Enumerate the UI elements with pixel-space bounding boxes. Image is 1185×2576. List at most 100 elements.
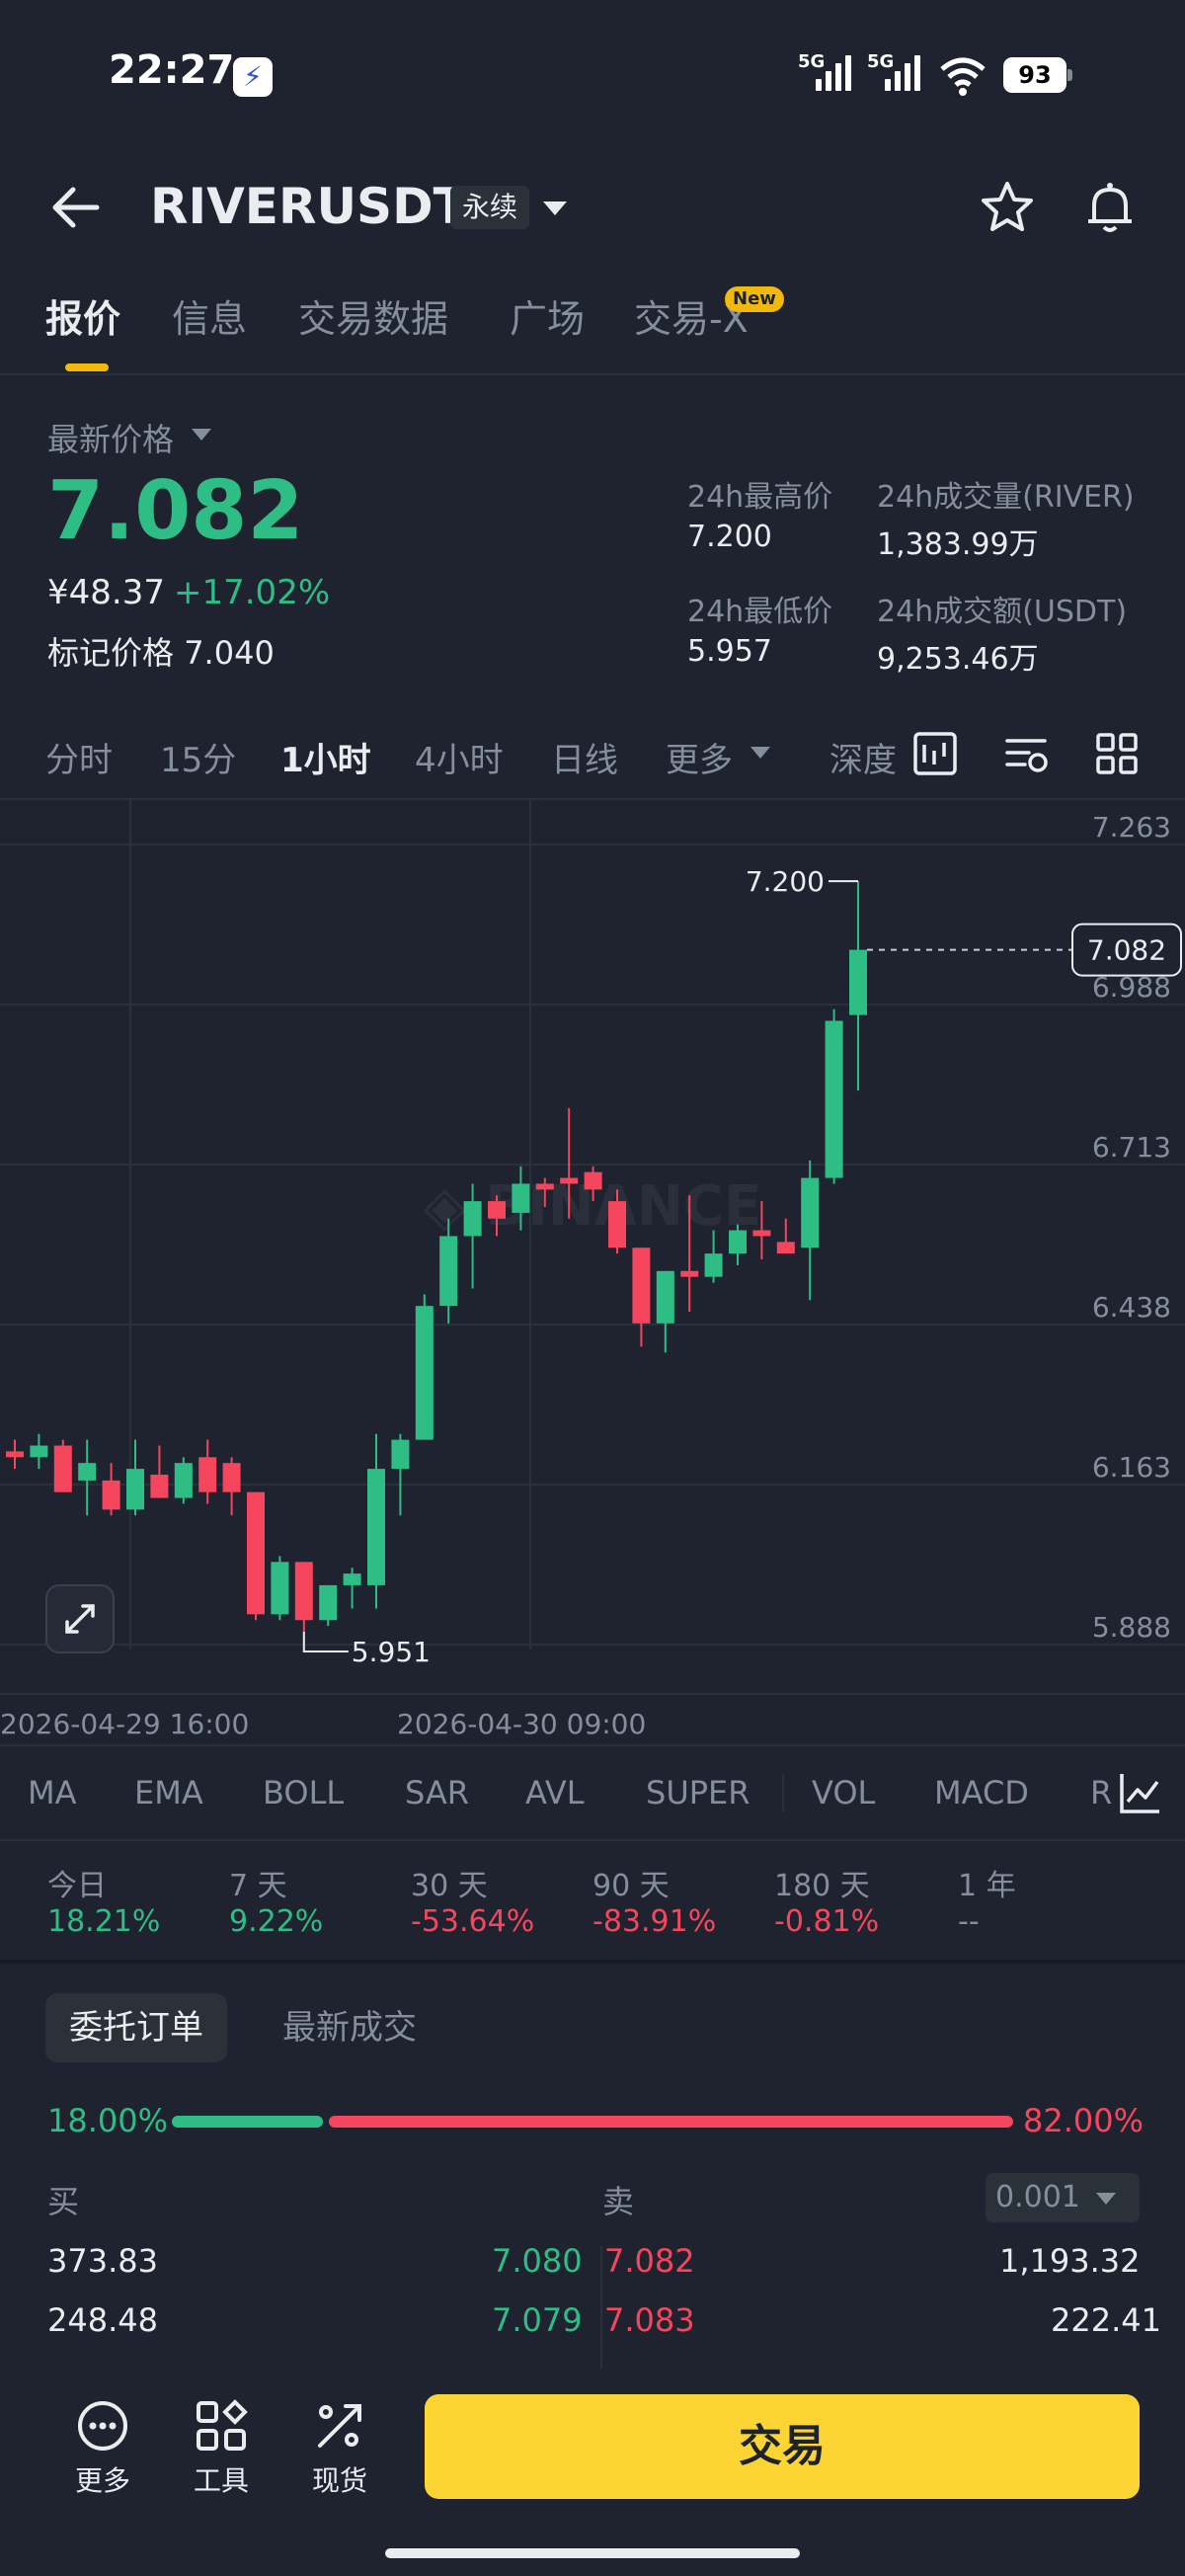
candle-body <box>488 1201 506 1219</box>
spot-icon[interactable] <box>312 2398 367 2454</box>
expand-chart-icon[interactable] <box>45 1584 115 1653</box>
interval-15m[interactable]: 15分 <box>160 733 236 781</box>
tab-quote[interactable]: 报价 <box>45 288 120 343</box>
tab-info[interactable]: 信息 <box>172 288 247 343</box>
ask-price-2[interactable]: 7.083 <box>604 2301 695 2339</box>
indicator-ma[interactable]: MA <box>28 1774 77 1811</box>
indicator-r[interactable]: R <box>1090 1774 1112 1811</box>
candle-body <box>6 1451 24 1458</box>
candle-body <box>704 1253 723 1277</box>
sell-column-label: 卖 <box>602 2183 635 2220</box>
candle-body <box>439 1236 458 1307</box>
more-label[interactable]: 更多 <box>53 2459 152 2499</box>
more-icon[interactable] <box>75 2398 130 2454</box>
layout-grid-icon[interactable] <box>1094 731 1140 776</box>
more-dropdown-icon[interactable] <box>750 747 770 759</box>
interval-1d[interactable]: 日线 <box>551 733 618 781</box>
star-icon[interactable] <box>978 178 1037 237</box>
bid-price-1[interactable]: 7.080 <box>492 2242 583 2280</box>
last-price-label: 7.082 <box>1087 934 1166 967</box>
candle-body <box>247 1491 265 1615</box>
x-axis-label: 2026-04-30 09:00 <box>397 1708 646 1740</box>
symbol-title[interactable]: RIVERUSDT <box>150 178 467 235</box>
mark-price: 标记价格 7.040 <box>47 628 275 674</box>
candle-body <box>752 1230 771 1237</box>
section-divider <box>0 1960 1185 1964</box>
perf-label-30d: 30 天 <box>411 1869 488 1903</box>
cny-price: ¥48.37 <box>47 573 165 612</box>
perf-value-7d: 9.22% <box>229 1904 324 1939</box>
tools-icon[interactable] <box>194 2398 249 2454</box>
indicator-settings-icon[interactable] <box>1116 1768 1165 1817</box>
latest-price-label[interactable]: 最新价格 <box>47 415 174 460</box>
indicator-bottom-divider <box>0 1839 1185 1841</box>
candle-body <box>319 1584 338 1621</box>
candle-body <box>367 1469 385 1585</box>
candle-body <box>102 1480 120 1510</box>
candle-body <box>30 1445 48 1458</box>
bid-qty-1: 373.83 <box>47 2242 158 2280</box>
latest-price-dropdown-icon[interactable] <box>192 429 211 441</box>
perf-label-90d: 90 天 <box>592 1869 670 1903</box>
interval-1h[interactable]: 1小时 <box>280 733 371 781</box>
y-axis-label: 6.438 <box>1092 1291 1171 1324</box>
chart-type-icon[interactable] <box>912 731 958 776</box>
max-price-label: 7.200 <box>746 865 825 898</box>
interval-more[interactable]: 更多 <box>666 733 733 781</box>
precision-select[interactable]: 0.001 <box>986 2173 1140 2222</box>
indicator-super[interactable]: SUPER <box>646 1774 750 1811</box>
candlestick-chart[interactable]: 7.2636.9886.7136.4386.1635.888◈ BINANCE7… <box>0 800 1185 1748</box>
candle-body <box>53 1445 72 1492</box>
trade-button[interactable]: 交易 <box>425 2394 1140 2499</box>
indicator-sar[interactable]: SAR <box>405 1774 469 1811</box>
back-arrow-icon[interactable] <box>47 182 103 233</box>
y-axis-label: 6.713 <box>1092 1131 1171 1164</box>
indicator-ema[interactable]: EMA <box>134 1774 203 1811</box>
tab-order-book[interactable]: 委托订单 <box>45 1993 227 2062</box>
active-tab-indicator <box>65 363 109 371</box>
bell-icon[interactable] <box>1080 178 1140 237</box>
ask-price-1[interactable]: 7.082 <box>604 2242 695 2280</box>
interval-time[interactable]: 分时 <box>45 733 113 781</box>
indicator-avl[interactable]: AVL <box>525 1774 585 1811</box>
tab-square[interactable]: 广场 <box>510 288 585 343</box>
y-axis-label: 7.263 <box>1092 811 1171 844</box>
expand-arrows-icon <box>65 1604 95 1634</box>
perf-label-today: 今日 <box>47 1869 107 1903</box>
perf-value-90d: -83.91% <box>592 1904 717 1939</box>
buy-ratio-bar <box>172 2116 323 2128</box>
candle-body <box>632 1248 651 1324</box>
volume-value: 1,383.99万 <box>877 527 1039 562</box>
precision-value: 0.001 <box>995 2180 1080 2214</box>
amount-value: 9,253.46万 <box>877 642 1039 677</box>
tab-latest-trades[interactable]: 最新成交 <box>282 1993 417 2062</box>
candle-body <box>126 1469 144 1510</box>
bid-price-2[interactable]: 7.079 <box>492 2301 583 2339</box>
home-indicator[interactable] <box>385 2548 800 2558</box>
buy-column-label: 买 <box>47 2183 80 2220</box>
candle-body <box>198 1457 217 1492</box>
tab-trading-data[interactable]: 交易数据 <box>298 288 448 343</box>
signal-icon-1 <box>816 55 855 91</box>
last-price: 7.082 <box>47 464 304 558</box>
indicator-vol[interactable]: VOL <box>812 1774 875 1811</box>
symbol-dropdown-icon[interactable] <box>543 201 567 215</box>
y-axis-label: 6.163 <box>1092 1451 1171 1484</box>
battery-icon: 93 <box>1003 57 1066 93</box>
contract-type-tag[interactable]: 永续 <box>450 186 530 229</box>
volume-label: 24h成交量(RIVER) <box>877 480 1135 515</box>
interval-depth[interactable]: 深度 <box>830 733 897 781</box>
indicator-macd[interactable]: MACD <box>934 1774 1029 1811</box>
precision-dropdown-icon <box>1096 2193 1116 2205</box>
low-value: 5.957 <box>687 634 772 669</box>
wifi-icon <box>940 57 986 96</box>
interval-4h[interactable]: 4小时 <box>415 733 504 781</box>
spot-label[interactable]: 现货 <box>290 2459 389 2499</box>
perf-value-30d: -53.64% <box>411 1904 535 1939</box>
bid-qty-2: 248.48 <box>47 2301 158 2339</box>
perf-label-7d: 7 天 <box>229 1869 287 1903</box>
mark-price-value: 7.040 <box>184 634 275 672</box>
chart-settings-icon[interactable] <box>1003 731 1049 776</box>
indicator-boll[interactable]: BOLL <box>263 1774 344 1811</box>
tools-label[interactable]: 工具 <box>172 2459 271 2499</box>
